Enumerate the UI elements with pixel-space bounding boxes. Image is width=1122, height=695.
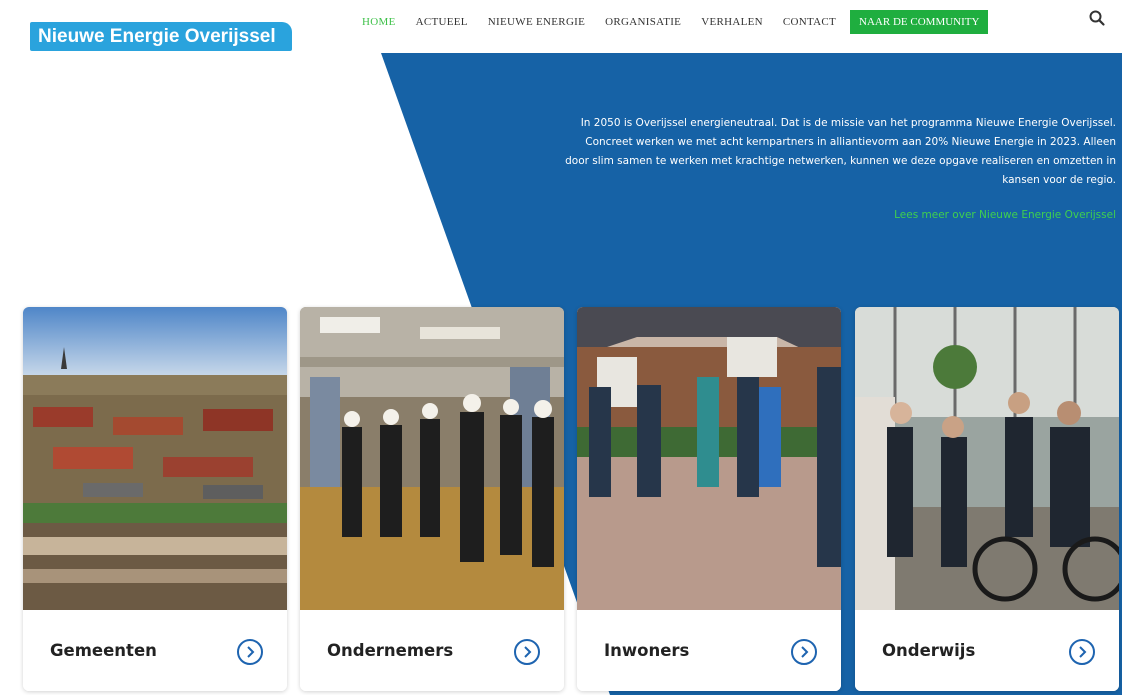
nav-verhalen[interactable]: VERHALEN xyxy=(701,16,763,28)
factory-visit-photo xyxy=(300,307,564,610)
card-inwoners[interactable]: Inwoners xyxy=(577,307,841,691)
card-gemeenten[interactable]: Gemeenten xyxy=(23,307,287,691)
card-label-gemeenten: Gemeenten xyxy=(50,641,157,660)
community-button[interactable]: NAAR DE COMMUNITY xyxy=(850,10,989,34)
nav-nieuwe-energie[interactable]: NIEUWE ENERGIE xyxy=(488,16,585,28)
chevron-right-circle-icon[interactable] xyxy=(791,639,817,665)
hero-intro-text: In 2050 is Overijssel energieneutraal. D… xyxy=(565,117,1116,186)
card-ondernemers[interactable]: Ondernemers xyxy=(300,307,564,691)
main-nav: HOME ACTUEEL NIEUWE ENERGIE ORGANISATIE … xyxy=(362,10,989,34)
site-logo[interactable]: Nieuwe Energie Overijssel xyxy=(30,22,292,51)
card-label-onderwijs: Onderwijs xyxy=(882,641,976,660)
nav-home[interactable]: HOME xyxy=(362,16,396,28)
street-group-photo xyxy=(577,307,841,610)
aerial-village-photo xyxy=(23,307,287,610)
chevron-right-circle-icon[interactable] xyxy=(514,639,540,665)
chevron-right-circle-icon[interactable] xyxy=(1069,639,1095,665)
students-bike-photo xyxy=(855,307,1119,610)
card-label-inwoners: Inwoners xyxy=(604,641,690,660)
card-label-ondernemers: Ondernemers xyxy=(327,641,454,660)
nav-contact[interactable]: CONTACT xyxy=(783,16,836,28)
nav-organisatie[interactable]: ORGANISATIE xyxy=(605,16,681,28)
search-icon[interactable] xyxy=(1088,9,1106,27)
chevron-right-circle-icon[interactable] xyxy=(237,639,263,665)
nav-actueel[interactable]: ACTUEEL xyxy=(416,16,468,28)
hero-read-more-link[interactable]: Lees meer over Nieuwe Energie Overijssel xyxy=(800,209,1116,221)
card-onderwijs[interactable]: Onderwijs xyxy=(855,307,1119,691)
